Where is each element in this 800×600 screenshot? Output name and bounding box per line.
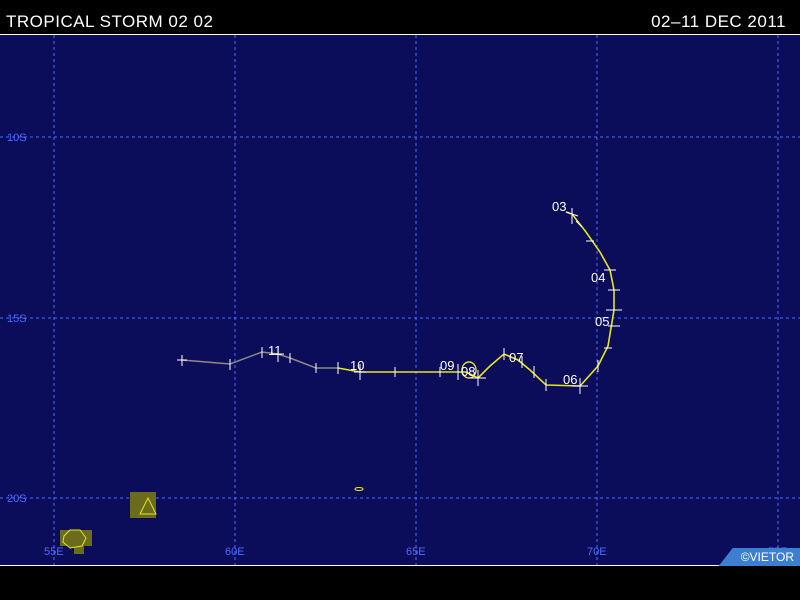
day-label-03: 03 [552, 199, 566, 214]
island-small [354, 487, 364, 491]
day-label-04: 04 [591, 270, 605, 285]
track-map: 10S 15S 20S 55E 60E 65E 70E 75E [0, 35, 800, 565]
grid [0, 35, 800, 565]
day-label-06: 06 [563, 372, 577, 387]
day-label-11: 11 [268, 343, 282, 358]
lon-label-55e: 55E [44, 546, 64, 558]
lon-label-70e: 70E [587, 546, 607, 558]
day-label-05: 05 [595, 314, 609, 329]
position-ticks [177, 208, 622, 394]
lat-label-15s: 15S [7, 313, 27, 325]
day-label-09: 09 [440, 358, 454, 373]
lon-label-60e: 60E [225, 546, 245, 558]
day-label-10: 10 [350, 358, 364, 373]
day-label-07: 07 [509, 350, 523, 365]
lat-label-20s: 20S [7, 493, 27, 505]
day-label-08: 08 [461, 364, 475, 379]
lat-label-10s: 10S [7, 132, 27, 144]
islands [60, 487, 364, 554]
credit-badge: ©VIETOR [718, 548, 800, 566]
track-weak-segment [181, 351, 338, 369]
lon-label-65e: 65E [406, 546, 426, 558]
track-storm-segment [337, 211, 615, 387]
